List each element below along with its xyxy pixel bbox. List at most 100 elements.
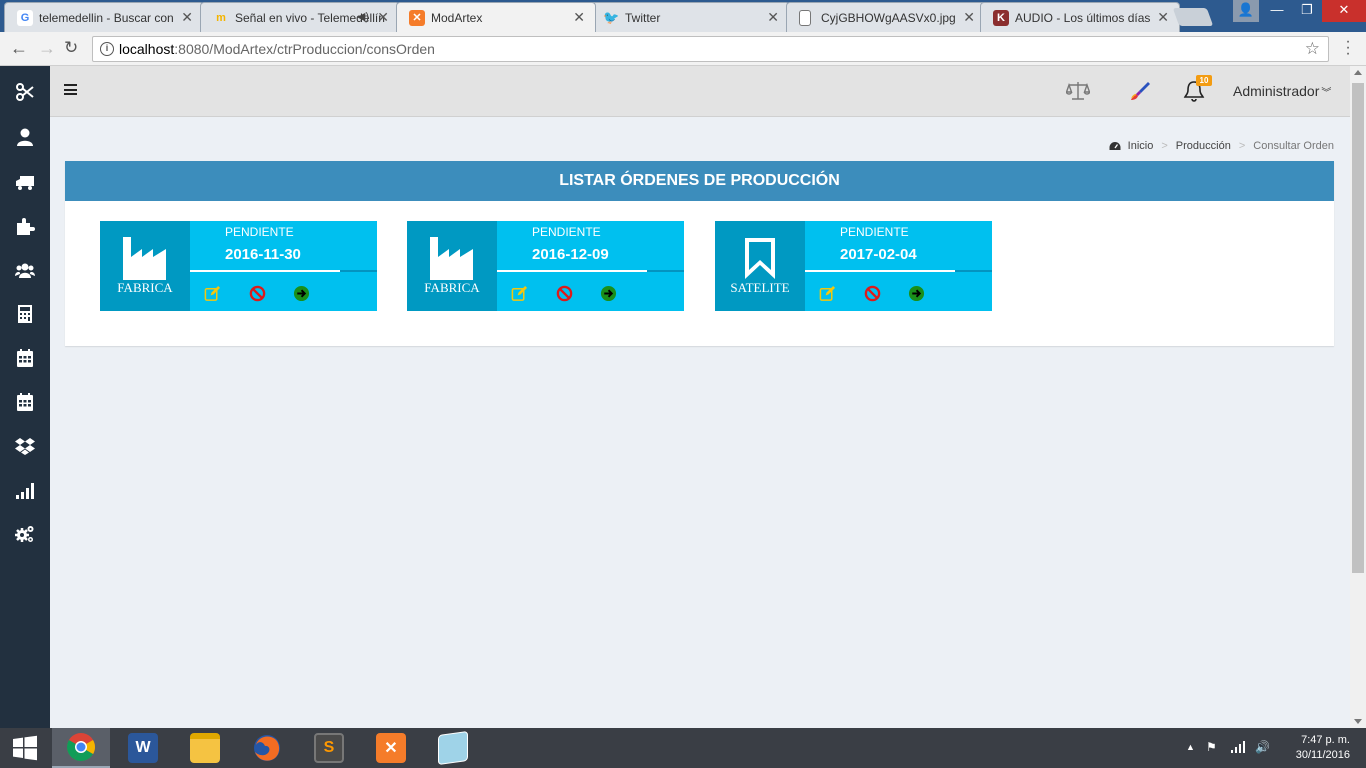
reload-icon[interactable]: ↻ [64, 38, 78, 58]
breadcrumb-current: Consultar Orden [1253, 140, 1334, 152]
arrow-circle-right-icon [293, 285, 309, 301]
edit-icon [204, 285, 220, 301]
divider [955, 270, 992, 272]
browser-tab[interactable]: K AUDIO - Los últimos días ✕ [980, 2, 1180, 32]
dashboard-icon [1109, 141, 1121, 150]
cancel-button[interactable] [863, 284, 881, 302]
scissors-icon[interactable] [0, 70, 50, 114]
new-tab-button[interactable] [1172, 8, 1214, 26]
scrollbar-thumb[interactable] [1352, 83, 1364, 573]
calendar-alt-icon[interactable] [0, 380, 50, 424]
ban-icon [249, 285, 265, 301]
tab-title: ModArtex [431, 11, 483, 25]
edit-button[interactable] [818, 284, 836, 302]
close-icon[interactable]: ✕ [377, 9, 389, 26]
tray-chevron-up-icon[interactable]: ▲ [1186, 742, 1195, 752]
chevron-down-icon: ︾ [1321, 88, 1332, 99]
back-arrow-icon[interactable]: ← [10, 38, 28, 58]
windows-logo-icon [13, 735, 37, 761]
volume-icon[interactable]: 🔊 [1255, 740, 1270, 754]
edit-button[interactable] [510, 284, 528, 302]
order-date: 2016-12-09 [532, 246, 609, 263]
industry-icon [430, 237, 473, 280]
system-clock[interactable]: 7:47 p. m. 30/11/2016 [1280, 733, 1350, 763]
go-button[interactable] [292, 284, 310, 302]
user-menu-label: Administrador [1233, 83, 1320, 99]
user-icon[interactable] [0, 115, 50, 159]
google-g-icon: G [17, 10, 33, 26]
cogs-icon[interactable] [0, 512, 50, 556]
order-card: FABRICA PENDIENTE 2016-11-30 [100, 221, 377, 311]
paint-brush-icon[interactable] [1128, 80, 1152, 102]
calculator-icon[interactable] [0, 292, 50, 336]
breadcrumb-separator: > [1161, 140, 1168, 152]
order-type-box: FABRICA [100, 221, 190, 311]
edit-button[interactable] [203, 284, 221, 302]
bookmark-icon [745, 238, 775, 279]
user-menu[interactable]: Administrador ︾ [1233, 83, 1331, 99]
order-type: SATELITE [730, 280, 790, 295]
browser-tab[interactable]: 🐦 Twitter ✕ [590, 2, 790, 32]
browser-tab[interactable]: G telemedellin - Buscar con ✕ [4, 2, 204, 32]
taskbar-firefox[interactable] [238, 728, 296, 768]
close-icon[interactable]: ✕ [767, 9, 779, 26]
balance-scale-icon[interactable] [1066, 80, 1090, 102]
go-button[interactable] [599, 284, 617, 302]
taskbar-chrome[interactable] [52, 728, 110, 768]
browser-tab-active[interactable]: ✕ ModArtex ✕ [396, 2, 596, 32]
maximize-button[interactable]: ❐ [1292, 0, 1322, 22]
close-icon[interactable]: ✕ [963, 9, 975, 26]
taskbar-xampp[interactable]: ✕ [362, 728, 420, 768]
hamburger-menu-icon[interactable] [64, 84, 77, 95]
file-icon [799, 10, 811, 26]
order-card: SATELITE PENDIENTE 2017-02-04 [715, 221, 992, 311]
breadcrumb-section[interactable]: Producción [1176, 140, 1231, 152]
scroll-down-icon[interactable] [1354, 719, 1362, 724]
forward-arrow-icon[interactable]: → [38, 38, 56, 58]
signal-icon[interactable] [0, 468, 50, 512]
os-taskbar: W S ✕ ▲ ⚑ 🔊 7:47 p. m. 30/11/2016 [0, 728, 1366, 768]
go-button[interactable] [907, 284, 925, 302]
clock-time: 7:47 p. m. [1301, 734, 1350, 746]
file-explorer-icon [190, 733, 220, 763]
cancel-button[interactable] [248, 284, 266, 302]
users-icon[interactable] [0, 248, 50, 292]
calendar-icon[interactable] [0, 336, 50, 380]
browser-tab[interactable]: CyjGBHOWgAASVx0.jpg ✕ [786, 2, 986, 32]
truck-icon[interactable] [0, 160, 50, 204]
taskbar-sublime[interactable]: S [300, 728, 358, 768]
info-icon[interactable]: i [100, 42, 114, 56]
orders-panel: LISTAR ÓRDENES DE PRODUCCIÓN FABRICA PEN… [65, 161, 1334, 346]
close-icon[interactable]: ✕ [181, 9, 193, 26]
bookmark-star-icon[interactable]: ☆ [1305, 39, 1320, 59]
order-type: FABRICA [424, 280, 480, 295]
tab-title: telemedellin - Buscar con [39, 11, 174, 25]
cancel-button[interactable] [555, 284, 573, 302]
telemedellin-m-icon: m [216, 12, 226, 24]
taskbar-notepad[interactable] [424, 728, 482, 768]
ban-icon [556, 285, 572, 301]
dropbox-icon[interactable] [0, 424, 50, 468]
network-signal-icon[interactable] [1230, 741, 1246, 753]
taskbar-word[interactable]: W [114, 728, 172, 768]
speaker-icon[interactable]: ◀) [357, 10, 369, 23]
breadcrumb-home[interactable]: Inicio [1128, 140, 1154, 152]
minimize-button[interactable]: — [1262, 0, 1292, 22]
order-status: PENDIENTE [840, 225, 909, 239]
order-status: PENDIENTE [225, 225, 294, 239]
browser-tab[interactable]: m Señal en vivo - Telemedellín ◀) ✕ [200, 2, 400, 32]
taskbar-explorer[interactable] [176, 728, 234, 768]
scroll-up-icon[interactable] [1354, 70, 1362, 75]
close-icon[interactable]: ✕ [573, 9, 585, 26]
window-close-button[interactable]: ✕ [1322, 0, 1366, 22]
address-bar[interactable]: i localhost:8080/ModArtex/ctrProduccion/… [92, 36, 1329, 62]
edit-icon [511, 285, 527, 301]
profile-icon[interactable]: 👤 [1233, 0, 1259, 22]
close-icon[interactable]: ✕ [1157, 9, 1169, 26]
puzzle-icon[interactable] [0, 204, 50, 248]
windows-start-button[interactable] [0, 728, 50, 768]
page-scrollbar[interactable] [1350, 66, 1366, 728]
action-flag-icon[interactable]: ⚑ [1206, 740, 1217, 754]
browser-menu-icon[interactable]: · · · [1343, 34, 1353, 62]
divider [190, 270, 340, 272]
